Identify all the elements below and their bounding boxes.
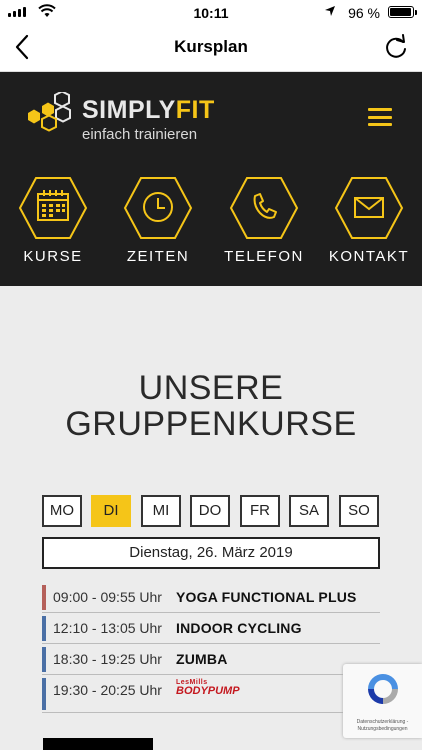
- section-heading: UNSERE GRUPPENKURSE: [65, 369, 357, 443]
- class-color-bar: [42, 647, 46, 672]
- quick-nav-kurse[interactable]: KURSE: [0, 176, 106, 265]
- class-row[interactable]: 09:00 - 09:55 Uhr YOGA FUNCTIONAL PLUS: [42, 582, 380, 613]
- recaptcha-badge[interactable]: Datenschutzerklärung - Nutzungsbedingung…: [343, 664, 422, 738]
- day-tab-fr[interactable]: FR: [240, 495, 280, 527]
- mail-icon: [334, 177, 404, 239]
- reload-icon[interactable]: [384, 34, 408, 60]
- class-list: 09:00 - 09:55 Uhr YOGA FUNCTIONAL PLUS 1…: [42, 582, 380, 713]
- quick-nav: KURSE ZEITEN TELEFON KONTAKT: [0, 176, 422, 286]
- class-time: 19:30 - 20:25 Uhr: [53, 682, 162, 698]
- quick-nav-telefon[interactable]: TELEFON: [211, 176, 317, 265]
- site-header: SIMPLYFIT einfach trainieren KURSE ZEITE…: [0, 72, 422, 286]
- recaptcha-icon: [368, 674, 398, 704]
- class-color-bar: [42, 585, 46, 610]
- day-tab-mi[interactable]: MI: [141, 495, 181, 527]
- class-name: YOGA FUNCTIONAL PLUS: [176, 589, 357, 605]
- day-selector: MO DI MI DO FR SA SO: [42, 495, 380, 527]
- class-color-bar: [42, 678, 46, 710]
- quick-nav-label: KONTAKT: [328, 248, 410, 265]
- quick-nav-label: ZEITEN: [126, 248, 190, 265]
- day-tab-sa[interactable]: SA: [289, 495, 329, 527]
- page-title: Kursplan: [174, 37, 248, 56]
- battery-icon: [388, 6, 417, 18]
- location-arrow-icon: [325, 6, 335, 16]
- day-tab-so[interactable]: SO: [339, 495, 379, 527]
- class-name: INDOOR CYCLING: [176, 620, 302, 636]
- quick-nav-kontakt[interactable]: KONTAKT: [316, 176, 422, 265]
- class-time: 18:30 - 19:25 Uhr: [53, 651, 162, 667]
- class-row[interactable]: 12:10 - 13:05 Uhr INDOOR CYCLING: [42, 613, 380, 644]
- main-content: UNSERE GRUPPENKURSE MO DI MI DO FR SA SO…: [0, 286, 422, 750]
- battery-percent: 96 %: [348, 5, 380, 21]
- class-time: 12:10 - 13:05 Uhr: [53, 620, 162, 636]
- menu-hamburger-icon[interactable]: [368, 108, 392, 126]
- day-tab-di[interactable]: DI: [91, 495, 131, 527]
- simplyfit-logo[interactable]: SIMPLYFIT einfach trainieren: [26, 92, 226, 146]
- status-bar: 10:11 96 %: [0, 0, 422, 24]
- class-color-bar: [42, 616, 46, 641]
- class-time: 09:00 - 09:55 Uhr: [53, 589, 162, 605]
- brand-tagline: einfach trainieren: [82, 126, 198, 143]
- footer-block: [43, 738, 153, 750]
- brand-name: SIMPLYFIT: [82, 96, 215, 124]
- quick-nav-label: TELEFON: [224, 248, 304, 265]
- quick-nav-label: KURSE: [23, 248, 83, 265]
- day-tab-mo[interactable]: MO: [42, 495, 82, 527]
- navigation-bar: Kursplan: [0, 24, 422, 72]
- quick-nav-zeiten[interactable]: ZEITEN: [105, 176, 211, 265]
- class-row[interactable]: 18:30 - 19:25 Uhr ZUMBA: [42, 644, 380, 675]
- selected-date: Dienstag, 26. März 2019: [42, 537, 380, 569]
- day-tab-do[interactable]: DO: [190, 495, 230, 527]
- calendar-icon: [18, 177, 88, 239]
- class-row[interactable]: 19:30 - 20:25 Uhr LesMills BODYPUMP: [42, 675, 380, 713]
- recaptcha-text: Datenschutzerklärung - Nutzungsbedingung…: [356, 719, 409, 732]
- clock-icon: [123, 177, 193, 239]
- phone-icon: [229, 177, 299, 239]
- bodypump-logo: LesMills BODYPUMP: [176, 679, 240, 697]
- honeycomb-logo-icon: [28, 92, 71, 132]
- class-name: ZUMBA: [176, 651, 228, 667]
